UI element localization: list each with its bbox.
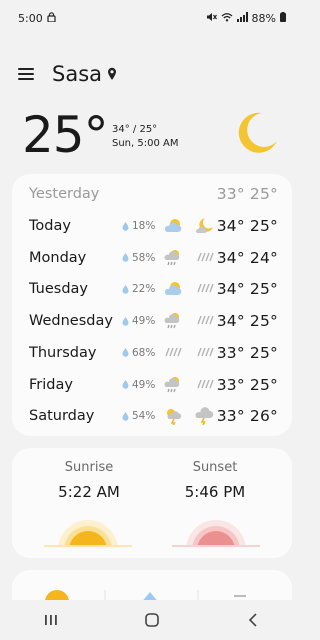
sunrise-time: 5:22 AM <box>58 483 120 501</box>
daily-forecast-card[interactable]: Yesterday 33° 25° Today 18% 34° 25° Monday 5… <box>12 174 292 436</box>
current-datetime: Sun, 5:00 AM <box>112 138 179 149</box>
forecast-row[interactable]: Tuesday 22% 34° 25° <box>12 273 292 305</box>
precipitation: 22% <box>122 283 155 295</box>
precipitation: 58% <box>122 252 155 264</box>
sunrise-section: Sunrise 5:22 AM <box>34 460 144 501</box>
sunrise-label: Sunrise <box>64 460 114 475</box>
sunrise-icon <box>44 518 132 554</box>
precipitation: 68% <box>122 347 155 359</box>
forecast-day: Today <box>29 218 71 234</box>
forecast-day: Tuesday <box>29 281 88 298</box>
crescent-moon-icon <box>234 110 280 160</box>
signal-icon <box>236 11 248 25</box>
precipitation-percent: 54% <box>132 410 156 423</box>
forecast-temps: 33° 25° <box>216 185 278 203</box>
current-details: 34° / 25° Sun, 5:00 AM <box>112 123 178 151</box>
forecast-row[interactable]: Friday 49% 33° 25° <box>12 369 292 401</box>
forecast-day: Yesterday <box>29 186 100 202</box>
back-button[interactable] <box>233 605 273 635</box>
forecast-row[interactable]: Monday 58% 34° 24° <box>12 242 292 274</box>
forecast-row-yesterday: Yesterday 33° 25° <box>12 178 292 210</box>
forecast-day: Saturday <box>29 408 95 425</box>
forecast-row[interactable]: Thursday 68% 33° 25° <box>12 337 292 369</box>
raindrop-icon <box>122 316 129 326</box>
recent-apps-button[interactable] <box>31 605 71 635</box>
forecast-day: Friday <box>29 376 73 393</box>
lock-icon <box>47 11 56 25</box>
forecast-row[interactable]: Today 18% 34° 25° <box>12 210 292 242</box>
precipitation: 49% <box>122 379 155 391</box>
precipitation: 18% <box>122 220 155 232</box>
sunset-section: Sunset 5:46 PM <box>160 460 270 501</box>
forecast-temps: 34° 25° <box>216 312 278 331</box>
cloud-rain-icon <box>163 376 183 394</box>
partly-cloudy-day-icon <box>163 217 183 235</box>
forecast-row[interactable]: Wednesday 49% 34° 25° <box>12 305 292 337</box>
wifi-icon <box>221 12 233 25</box>
cloud-rain-icon <box>163 312 183 330</box>
status-time: 5:00 <box>18 11 43 25</box>
menu-icon[interactable] <box>18 68 34 80</box>
forecast-temps: 33° 25° <box>216 375 278 394</box>
raindrop-icon <box>122 380 129 389</box>
forecast-day: Wednesday <box>29 313 113 330</box>
battery-percent: 88% <box>251 11 276 25</box>
forecast-day: Monday <box>29 249 87 266</box>
raindrop-icon <box>122 284 129 294</box>
current-conditions: 25° 34° / 25° Sun, 5:00 AM <box>22 106 292 166</box>
rain-icon <box>195 376 215 394</box>
cloud-rain-icon <box>163 249 183 267</box>
forecast-temps: 33° 26° <box>216 407 278 426</box>
forecast-temps: 34° 25° <box>216 280 278 299</box>
precipitation-percent: 58% <box>132 251 156 264</box>
system-navigation-bar <box>0 600 304 640</box>
status-bar: 5:00 88% <box>0 0 304 36</box>
rain-icon <box>195 312 215 330</box>
precipitation-percent: 22% <box>132 283 156 296</box>
precipitation-percent: 49% <box>132 378 156 391</box>
location-pin-icon <box>107 67 117 81</box>
home-button[interactable] <box>132 605 172 635</box>
rain-icon <box>195 249 215 267</box>
rain-icon <box>195 280 215 298</box>
precipitation: 49% <box>122 315 155 327</box>
raindrop-icon <box>122 411 129 421</box>
high-low-temperature: 34° / 25° <box>112 124 158 135</box>
forecast-temps: 34° 24° <box>216 248 278 267</box>
precipitation: 54% <box>122 410 155 422</box>
precipitation-percent: 18% <box>132 220 156 232</box>
city-name[interactable]: Sasa <box>52 62 102 86</box>
rain-icon <box>195 344 215 362</box>
rain-icon <box>163 344 183 362</box>
mute-icon <box>206 12 217 25</box>
battery-icon <box>280 11 286 25</box>
forecast-row[interactable]: Saturday 54% 33° 26° <box>12 400 292 432</box>
partly-cloudy-day-icon <box>163 280 183 298</box>
forecast-temps: 34° 25° <box>216 217 278 235</box>
moon-cloud-icon <box>195 217 215 235</box>
raindrop-icon <box>122 221 129 231</box>
sunset-icon <box>172 518 260 554</box>
precipitation-percent: 68% <box>132 346 156 359</box>
thunderstorm-sun-icon <box>163 407 183 427</box>
forecast-day: Thursday <box>29 344 97 361</box>
thunderstorm-icon <box>195 407 215 426</box>
sunset-label: Sunset <box>192 460 238 475</box>
sunrise-sunset-card: Sunrise 5:22 AM Sunset 5:46 PM <box>12 448 292 558</box>
raindrop-icon <box>122 348 129 358</box>
precipitation-percent: 49% <box>132 315 156 328</box>
sunset-time: 5:46 PM <box>184 483 246 501</box>
location-header: Sasa <box>18 58 117 90</box>
forecast-temps: 33° 25° <box>216 343 278 362</box>
raindrop-icon <box>122 253 129 262</box>
current-temperature: 25° <box>22 106 109 164</box>
